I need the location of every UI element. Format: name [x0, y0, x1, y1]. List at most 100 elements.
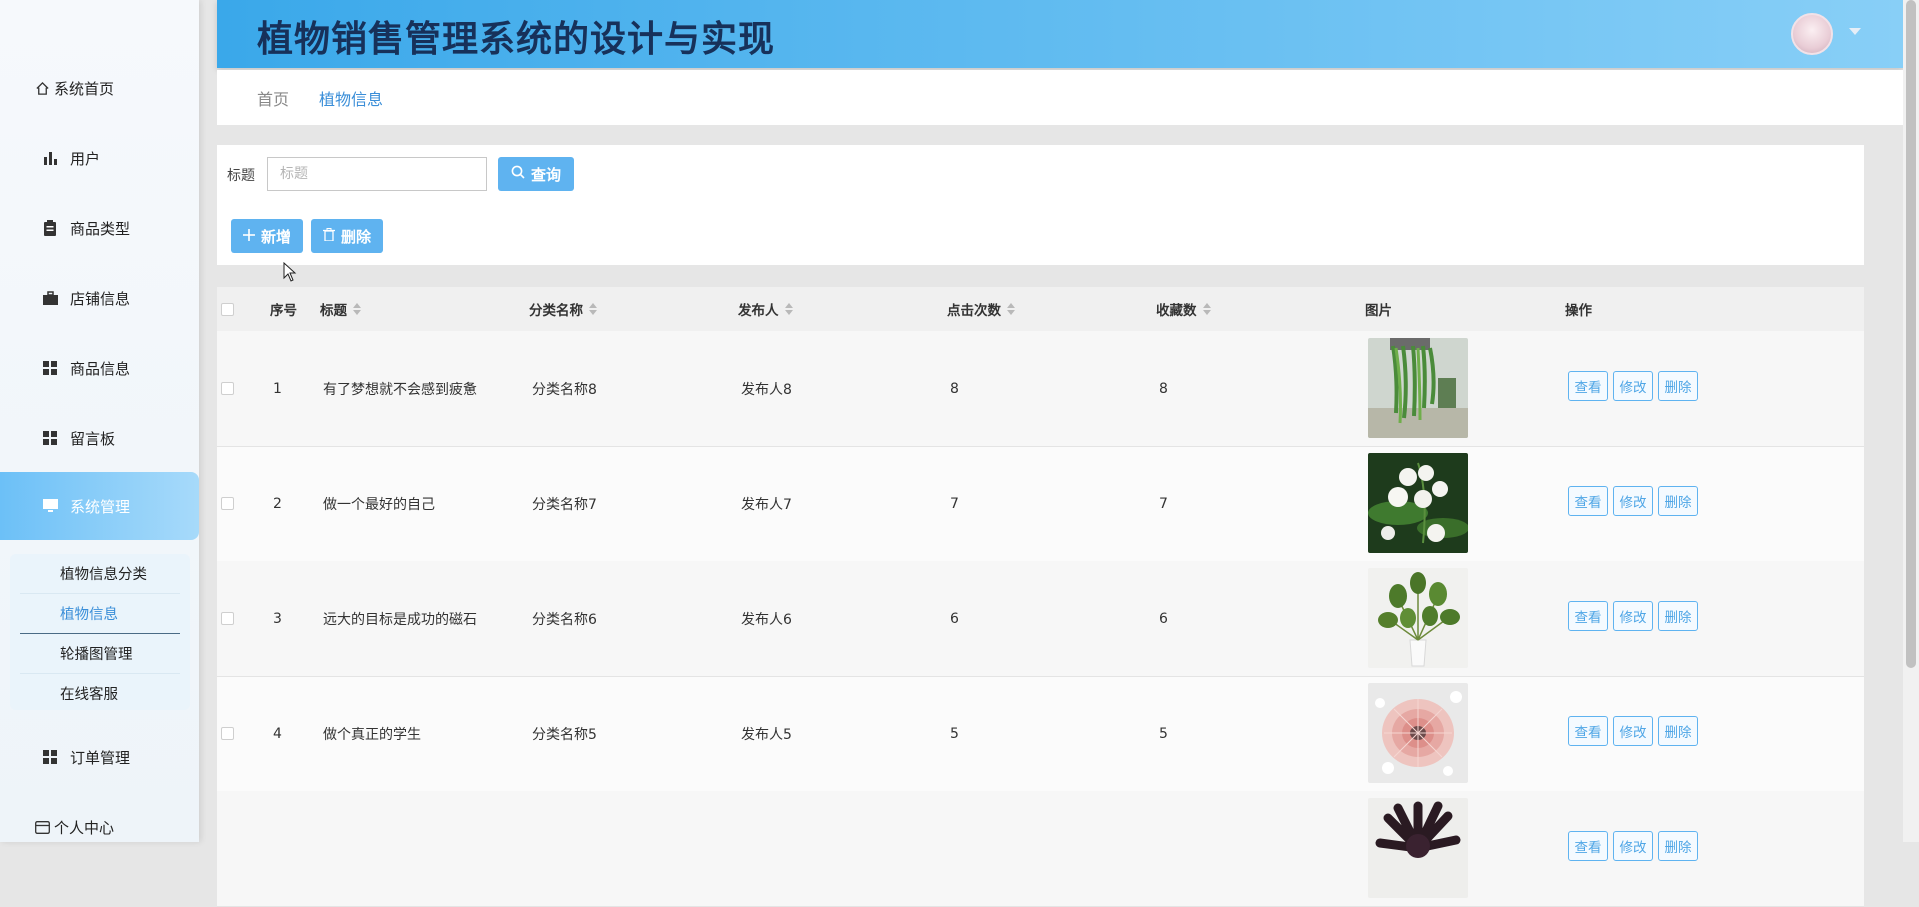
top-header: 植物销售管理系统的设计与实现 [217, 0, 1903, 68]
cell-publisher: 发布人7 [741, 496, 792, 513]
cell-category: 分类名称7 [532, 496, 597, 513]
bar-chart-icon [42, 150, 58, 166]
plant-info-table: 序号 标题 分类名称 发布人 点击次数 收藏数 图片 操作 1 有了梦想就不会感… [217, 287, 1864, 907]
view-button[interactable]: 查看 [1568, 831, 1608, 861]
column-header-publisher[interactable]: 发布人 [738, 287, 793, 331]
cell-title: 远大的目标是成功的磁石 [323, 611, 477, 628]
view-button[interactable]: 查看 [1568, 716, 1608, 746]
query-button[interactable]: 查询 [498, 157, 574, 191]
cell-favorites: 8 [1159, 380, 1168, 397]
sort-icon[interactable] [784, 303, 793, 315]
briefcase-icon [42, 290, 58, 306]
trash-icon [322, 227, 335, 245]
column-header-category[interactable]: 分类名称 [529, 287, 597, 331]
table-row: 1 有了梦想就不会感到疲惫 分类名称8 发布人8 8 8 查看 修改 删除 [217, 331, 1864, 447]
column-header-favorites[interactable]: 收藏数 [1156, 287, 1211, 331]
edit-button[interactable]: 修改 [1613, 601, 1653, 631]
edit-button[interactable]: 修改 [1613, 716, 1653, 746]
edit-button[interactable]: 修改 [1613, 831, 1653, 861]
bulk-delete-button[interactable]: 删除 [311, 219, 383, 253]
cell-title: 有了梦想就不会感到疲惫 [323, 381, 477, 398]
bulk-delete-button-label: 删除 [340, 227, 371, 246]
row-checkbox[interactable] [221, 727, 234, 740]
sidebar-item-home[interactable]: 系统首页 [0, 54, 199, 122]
add-button[interactable]: 新增 [231, 219, 303, 253]
table-header: 序号 标题 分类名称 发布人 点击次数 收藏数 图片 操作 [217, 287, 1864, 331]
search-icon [511, 165, 525, 183]
plant-image[interactable] [1368, 798, 1468, 898]
sidebar-item-system-management[interactable]: 系统管理 [0, 472, 199, 540]
sidebar: 系统首页 用户 商品类型 店铺信息 商品信息 留言板 系统管理 植物信息分类 植… [0, 0, 199, 842]
cell-no: 2 [273, 495, 282, 512]
home-icon [34, 80, 50, 96]
cell-favorites: 6 [1159, 610, 1168, 627]
column-header-actions: 操作 [1565, 303, 1592, 319]
sidebar-item-product-types[interactable]: 商品类型 [0, 194, 199, 262]
plant-image[interactable] [1368, 683, 1468, 783]
sort-icon[interactable] [1202, 303, 1211, 315]
submenu-item-carousel[interactable]: 轮播图管理 [20, 634, 180, 674]
submenu-item-online-service[interactable]: 在线客服 [20, 674, 180, 713]
row-checkbox[interactable] [221, 612, 234, 625]
plant-image[interactable] [1368, 453, 1468, 553]
sort-icon[interactable] [353, 303, 361, 315]
sidebar-item-personal-center[interactable]: 个人中心 [0, 793, 199, 842]
monitor-icon [42, 498, 58, 514]
sidebar-item-label: 个人中心 [54, 818, 115, 837]
cell-category: 分类名称8 [532, 381, 597, 398]
app-title: 植物销售管理系统的设计与实现 [257, 19, 776, 60]
cell-favorites: 5 [1159, 725, 1168, 742]
cell-publisher: 发布人6 [741, 611, 792, 628]
table-row: 2 做一个最好的自己 分类名称7 发布人7 7 7 查看 修改 删除 [217, 446, 1864, 562]
select-all-checkbox[interactable] [221, 303, 234, 316]
grid-icon [42, 360, 58, 376]
sidebar-item-product-info[interactable]: 商品信息 [0, 334, 199, 402]
view-button[interactable]: 查看 [1568, 486, 1608, 516]
cell-clicks: 6 [950, 610, 959, 627]
sort-icon[interactable] [1007, 303, 1015, 315]
cell-publisher: 发布人8 [741, 381, 792, 398]
breadcrumb-current: 植物信息 [319, 89, 384, 109]
plus-icon [242, 227, 255, 245]
card-icon [34, 819, 50, 835]
search-input[interactable] [267, 157, 487, 191]
cell-publisher: 发布人5 [741, 726, 792, 743]
scrollbar-thumb[interactable] [1906, 0, 1916, 668]
cell-clicks: 7 [950, 495, 959, 512]
breadcrumb-home[interactable]: 首页 [257, 86, 289, 110]
sidebar-item-users[interactable]: 用户 [0, 124, 199, 192]
cell-no: 1 [273, 380, 282, 397]
avatar[interactable] [1791, 13, 1833, 55]
chevron-down-icon[interactable] [1849, 28, 1861, 35]
row-checkbox[interactable] [221, 382, 234, 395]
plant-image[interactable] [1368, 338, 1468, 438]
edit-button[interactable]: 修改 [1613, 371, 1653, 401]
sort-icon[interactable] [589, 303, 597, 315]
table-row: 查看 修改 删除 [217, 791, 1864, 907]
delete-button[interactable]: 删除 [1658, 716, 1698, 746]
row-checkbox[interactable] [221, 497, 234, 510]
view-button[interactable]: 查看 [1568, 601, 1608, 631]
sidebar-item-message-board[interactable]: 留言板 [0, 404, 199, 472]
sidebar-item-label: 店铺信息 [70, 289, 131, 308]
column-header-clicks[interactable]: 点击次数 [947, 287, 1015, 331]
sidebar-item-label: 商品类型 [70, 219, 131, 238]
view-button[interactable]: 查看 [1568, 371, 1608, 401]
sidebar-item-shop-info[interactable]: 店铺信息 [0, 264, 199, 332]
submenu-item-plant-info[interactable]: 植物信息 [20, 594, 180, 634]
submenu-item-plant-category[interactable]: 植物信息分类 [20, 554, 180, 594]
delete-button[interactable]: 删除 [1658, 831, 1698, 861]
page-scrollbar[interactable] [1903, 0, 1919, 842]
delete-button[interactable]: 删除 [1658, 371, 1698, 401]
delete-button[interactable]: 删除 [1658, 601, 1698, 631]
sidebar-item-label: 留言板 [70, 429, 116, 448]
column-header-image: 图片 [1365, 303, 1392, 319]
column-header-title[interactable]: 标题 [320, 287, 361, 331]
edit-button[interactable]: 修改 [1613, 486, 1653, 516]
sidebar-item-order-management[interactable]: 订单管理 [0, 723, 199, 791]
sidebar-item-label: 用户 [70, 149, 101, 168]
cell-category: 分类名称6 [532, 611, 597, 628]
sidebar-item-label: 系统首页 [54, 79, 115, 98]
plant-image[interactable] [1368, 568, 1468, 668]
delete-button[interactable]: 删除 [1658, 486, 1698, 516]
